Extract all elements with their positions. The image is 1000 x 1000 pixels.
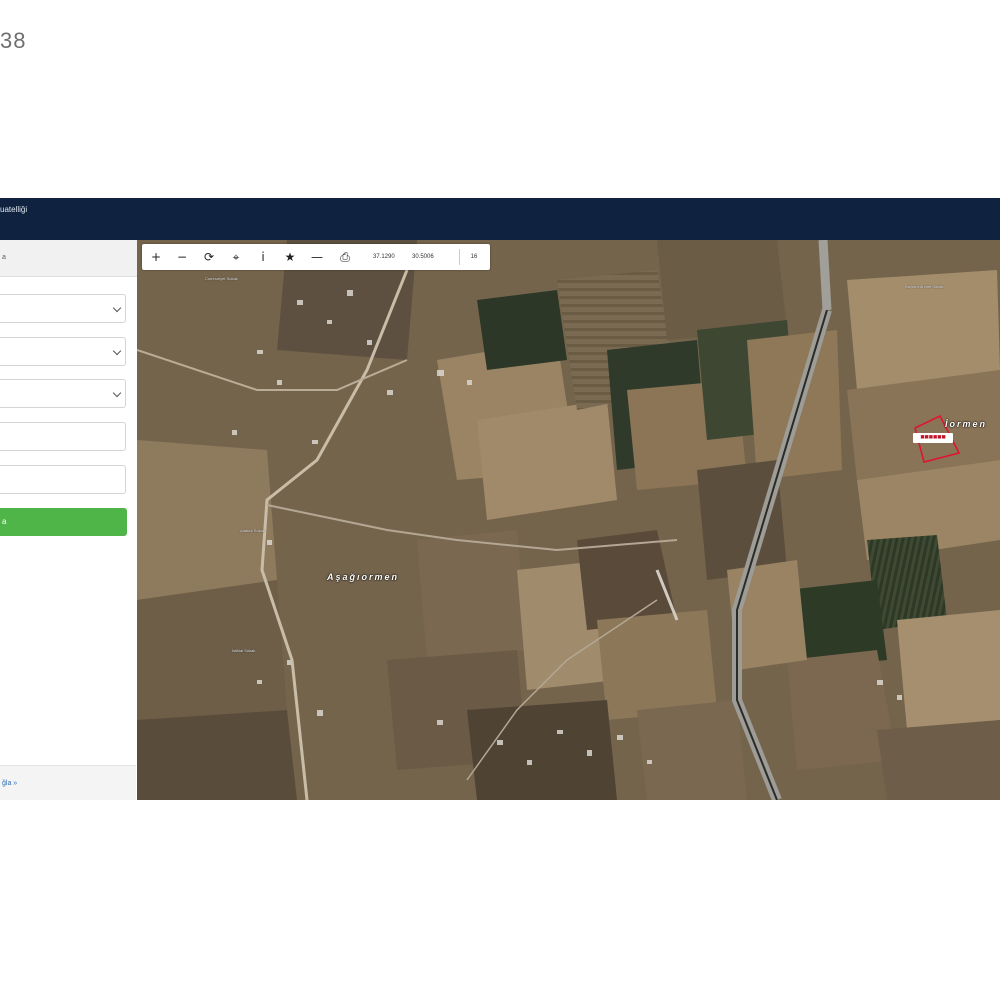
listing-number: 38	[0, 28, 27, 53]
neighborhood-select[interactable]	[0, 379, 126, 408]
district-select[interactable]	[0, 337, 126, 366]
line-icon[interactable]: —	[304, 244, 330, 270]
chevron-down-icon	[112, 346, 122, 356]
road-label: Bayram Ahmet Sokak	[905, 284, 944, 289]
chevron-down-icon	[112, 303, 122, 313]
map-toolbar: + − ⟳ ⌖ ⅰ ★ — ⎙ 37.1290 30.5006 16	[142, 244, 490, 270]
info-icon[interactable]: ⅰ	[250, 244, 276, 270]
plus-icon[interactable]: +	[143, 244, 169, 270]
sidebar: a a ğla »	[0, 240, 138, 800]
longitude-readout: 30.5006	[412, 254, 434, 260]
parcel-tag[interactable]: ■■■■■■	[913, 433, 953, 443]
zoom-level: 16	[459, 249, 488, 265]
village-label: Aşağıormen	[327, 572, 400, 582]
query-button[interactable]: a	[0, 508, 127, 536]
refresh-icon[interactable]: ⟳	[196, 244, 222, 270]
block-number-input[interactable]	[0, 422, 126, 451]
sidebar-footer-link[interactable]: ğla »	[0, 765, 136, 800]
village-label-2: İormen	[945, 419, 988, 429]
app-title: uatelliği	[0, 205, 28, 214]
parcel-number-input[interactable]	[0, 465, 126, 494]
printer-icon[interactable]: ⎙	[332, 244, 358, 270]
chevron-down-icon	[112, 388, 122, 398]
road-label: İstiklal Sokak	[232, 648, 256, 653]
sidebar-heading: a	[0, 240, 137, 277]
satellite-imagery	[137, 240, 1000, 800]
star-icon[interactable]: ★	[277, 244, 303, 270]
latitude-readout: 37.1290	[373, 254, 395, 260]
app-header: uatelliği	[0, 198, 1000, 240]
province-select[interactable]	[0, 294, 126, 323]
minus-icon[interactable]: −	[169, 244, 195, 270]
road-label: Atatürk Sokak	[240, 528, 265, 533]
crosshair-icon[interactable]: ⌖	[223, 244, 249, 270]
road-label: Cumhuriyet Sokak	[205, 276, 238, 281]
satellite-map[interactable]	[137, 240, 1000, 800]
